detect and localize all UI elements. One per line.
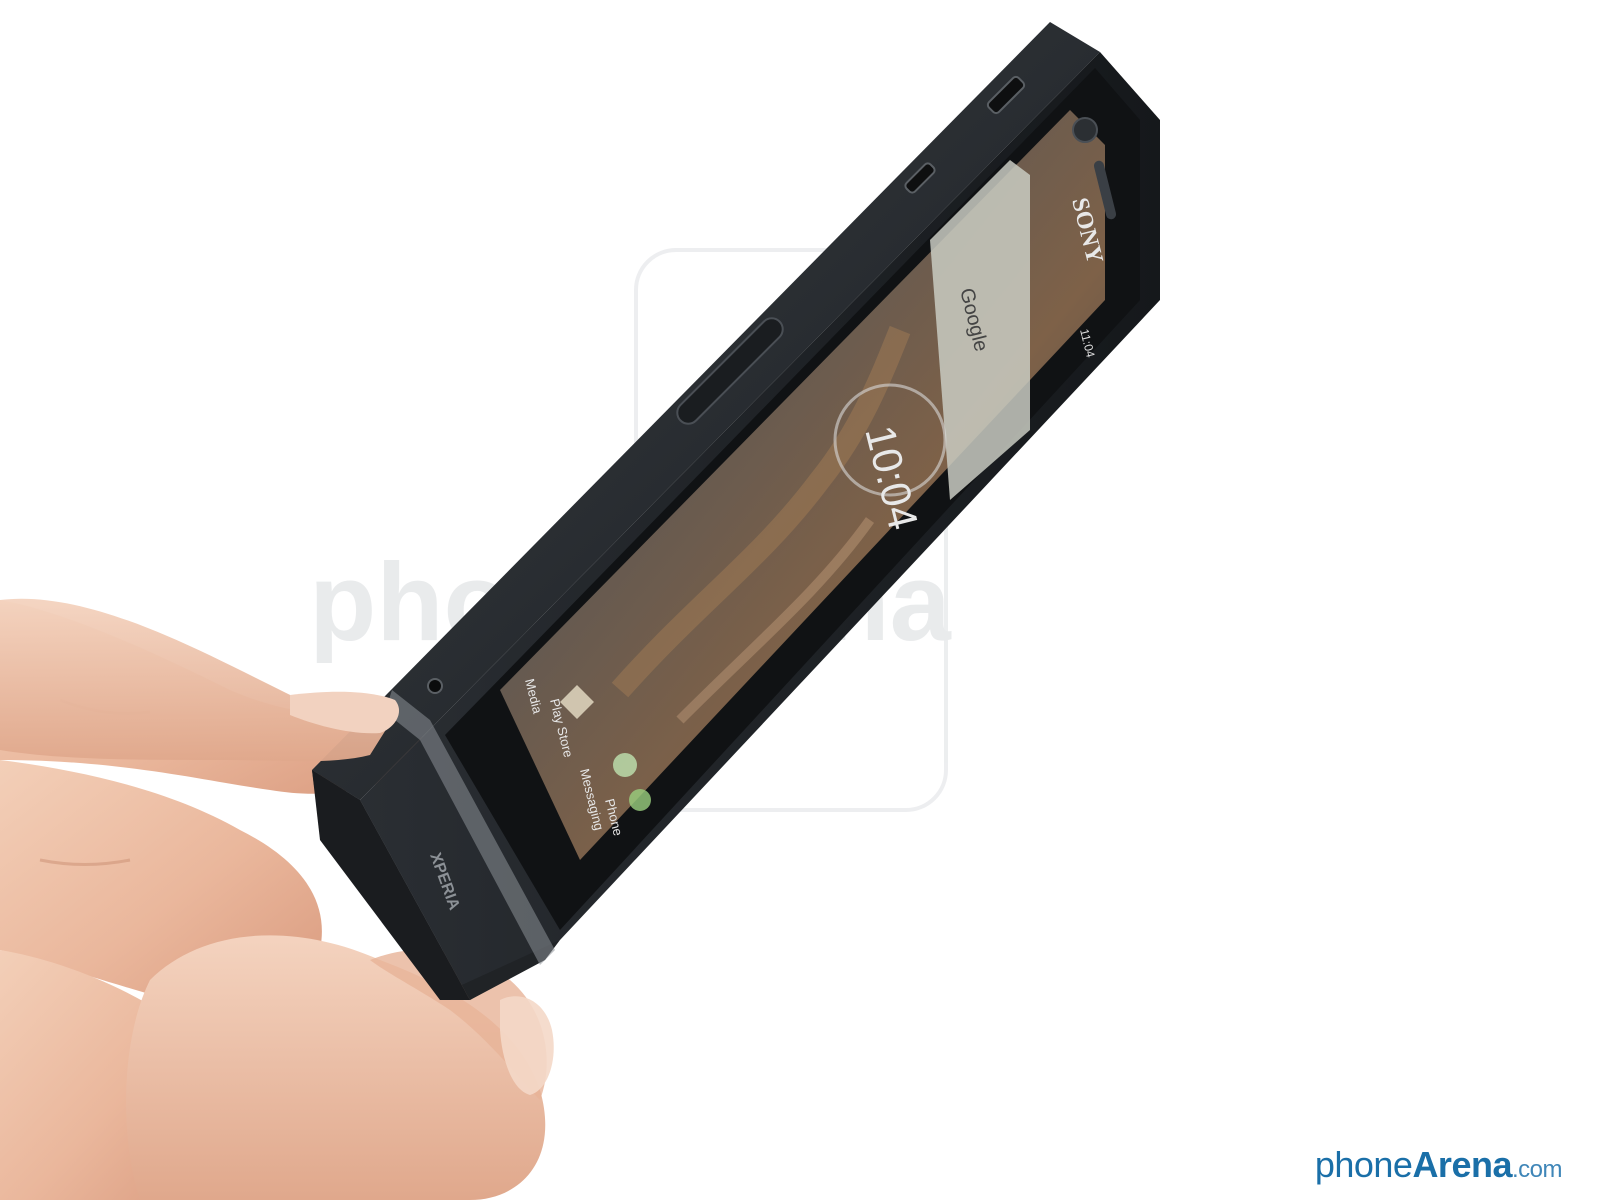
messaging-icon [613,753,637,777]
front-camera-icon [1072,117,1098,143]
phone-icon [629,789,651,811]
site-watermark-part2: Arena [1412,1144,1512,1185]
site-watermark-tld: .com [1511,1156,1563,1183]
product-photo: phoneArena Google [0,22,1160,1200]
headset-jack [427,678,443,694]
site-watermark: phone Arena .com [1314,1144,1563,1186]
phone: Google 10:04 11:04 Media Play Store Mess… [312,22,1160,1000]
site-watermark-part1: phone [1314,1144,1413,1185]
